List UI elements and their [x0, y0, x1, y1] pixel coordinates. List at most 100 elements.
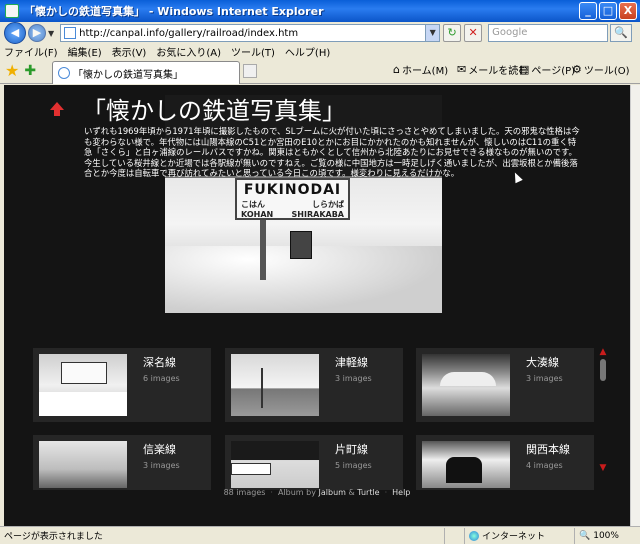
refresh-button[interactable]: ↻ — [443, 24, 462, 42]
menu-tools[interactable]: ツール(T) — [231, 44, 275, 59]
tab-current[interactable]: 「懐かしの鉄道写真集」 — [52, 61, 240, 84]
album-thumbnail[interactable] — [39, 441, 127, 488]
help-link[interactable]: Help — [392, 488, 410, 497]
favorites-star-icon[interactable]: ★ — [5, 61, 19, 80]
album-name[interactable]: 片町線 — [335, 441, 368, 457]
scroll-down-icon[interactable]: ▼ — [597, 463, 609, 473]
page-menu-icon: ▤ — [519, 63, 530, 76]
album-name[interactable]: 信楽線 — [143, 441, 176, 457]
station-sign: FUKINODAI こはん しらかば KOHAN SHIRAKABA — [235, 178, 350, 220]
search-icon[interactable]: 🔍 — [610, 24, 633, 42]
status-bar: ページが表示されました インターネット 🔍 100% — [0, 526, 640, 544]
new-tab-button[interactable] — [243, 64, 257, 78]
menu-favorites[interactable]: お気に入り(A) — [156, 44, 221, 59]
menu-bar: ファイル(F) 編集(E) 表示(V) お気に入り(A) ツール(T) ヘルプ(… — [0, 44, 640, 59]
album-count: 6 images — [143, 374, 180, 383]
add-favorites-icon[interactable]: ✚ — [24, 63, 36, 79]
zone-label: インターネット — [482, 532, 546, 542]
gear-icon: ⚙ — [572, 63, 582, 76]
close-button[interactable]: X — [619, 2, 637, 20]
window-title: 「懐かしの鉄道写真集」 - Windows Internet Explorer — [24, 5, 324, 18]
status-message: ページが表示されました — [4, 532, 103, 542]
page-scrollbar[interactable] — [630, 85, 640, 526]
album-count: 5 images — [335, 461, 372, 470]
page-icon — [64, 27, 77, 39]
zoom-label: 100% — [593, 530, 619, 541]
album-name[interactable]: 大湊線 — [526, 354, 559, 370]
album-thumbnail[interactable] — [422, 441, 510, 488]
album-thumbnail[interactable] — [231, 441, 319, 488]
menu-view[interactable]: 表示(V) — [112, 44, 147, 59]
mail-icon: ✉ — [457, 63, 467, 76]
album-thumbnail[interactable] — [231, 354, 319, 416]
sign-left-roman: KOHAN — [241, 210, 274, 219]
menu-help[interactable]: ヘルプ(H) — [285, 44, 330, 59]
scroll-up-icon[interactable]: ▲ — [597, 347, 609, 357]
home-label: ホーム(M) — [401, 66, 449, 77]
forward-button[interactable]: ▶ — [28, 24, 46, 42]
page-title: 「懐かしの鉄道写真集」 — [82, 97, 346, 125]
sign-main-text: FUKINODAI — [243, 182, 342, 198]
tab-title: 「懐かしの鉄道写真集」 — [73, 69, 183, 81]
address-bar[interactable]: http://canpal.info/gallery/railroad/inde… — [60, 24, 441, 42]
album-card[interactable]: 信楽線 3 images — [33, 435, 211, 490]
internet-zone[interactable]: インターネット — [464, 527, 574, 544]
globe-icon — [469, 530, 479, 541]
small-sign — [290, 231, 312, 259]
album-card[interactable]: 関西本線 4 images — [416, 435, 594, 490]
album-count: 3 images — [335, 374, 372, 383]
status-cell-empty — [444, 527, 464, 544]
album-name[interactable]: 深名線 — [143, 354, 176, 370]
album-thumbnail[interactable] — [422, 354, 510, 416]
album-card[interactable]: 津軽線 3 images — [225, 348, 403, 422]
minimize-button[interactable]: _ — [579, 2, 597, 20]
album-scrollbar[interactable]: ▲ ▼ — [597, 347, 609, 477]
page-menu-label: ページ(P) — [531, 66, 576, 77]
amp-text: & — [348, 488, 355, 497]
url-text[interactable]: http://canpal.info/gallery/railroad/inde… — [79, 28, 425, 39]
featured-photo[interactable]: FUKINODAI こはん しらかば KOHAN SHIRAKABA — [165, 176, 442, 313]
search-input[interactable]: Google — [488, 24, 609, 42]
tools-menu-label: ツール(O) — [583, 66, 630, 77]
page-content: FUKINODAI こはん しらかば KOHAN SHIRAKABA 「懐かしの鉄道… — [4, 85, 630, 526]
album-card[interactable]: 片町線 5 images — [225, 435, 403, 490]
album-thumbnail[interactable] — [39, 354, 127, 416]
stop-button[interactable]: ✕ — [464, 24, 483, 42]
mail-button[interactable]: ✉ メールを読む — [457, 62, 528, 77]
page-menu-button[interactable]: ▤ ページ(P) — [519, 62, 575, 77]
menu-edit[interactable]: 編集(E) — [68, 44, 102, 59]
window-controls: _ □ X — [579, 2, 637, 20]
sign-left-kana: こはん — [241, 200, 265, 209]
back-button[interactable]: ◀ — [4, 22, 26, 44]
scroll-thumb[interactable] — [600, 359, 606, 381]
title-bar: 「懐かしの鉄道写真集」 - Windows Internet Explorer … — [0, 0, 640, 22]
gallery-description: いずれも1969年頃から1971年頃に撮影したもので、SLブームに火が付いた頃に… — [84, 126, 580, 178]
jalbum-link[interactable]: Jalbum — [319, 488, 346, 497]
album-card[interactable]: 深名線 6 images — [33, 348, 211, 422]
album-count: 3 images — [526, 374, 563, 383]
album-count: 4 images — [526, 461, 563, 470]
album-count: 3 images — [143, 461, 180, 470]
ie-app-icon — [5, 4, 19, 18]
magnifier-icon: 🔍 — [579, 530, 591, 541]
page-icon — [58, 67, 70, 79]
address-row: ◀ ▶ ▼ http://canpal.info/gallery/railroa… — [0, 22, 640, 44]
home-icon: ⌂ — [393, 63, 400, 76]
sign-right-roman: SHIRAKABA — [291, 210, 344, 219]
album-name[interactable]: 津軽線 — [335, 354, 368, 370]
menu-file[interactable]: ファイル(F) — [4, 44, 58, 59]
history-dropdown-icon[interactable]: ▼ — [48, 29, 54, 38]
image-count: 88 images — [223, 488, 266, 497]
home-button[interactable]: ⌂ ホーム(M) — [393, 62, 448, 77]
zoom-level[interactable]: 🔍 100% — [574, 527, 623, 544]
album-name[interactable]: 関西本線 — [526, 441, 570, 457]
turtle-link[interactable]: Turtle — [357, 488, 379, 497]
maximize-button[interactable]: □ — [599, 2, 617, 20]
gallery-footer: 88 images · Album by Jalbum & Turtle · Help — [223, 488, 411, 497]
sign-post — [260, 220, 266, 280]
up-arrow-icon[interactable] — [50, 102, 64, 116]
album-card[interactable]: 大湊線 3 images — [416, 348, 594, 422]
sign-right-kana: しらかば — [312, 200, 344, 209]
address-dropdown-icon[interactable]: ▼ — [425, 25, 440, 41]
tools-menu-button[interactable]: ⚙ ツール(O) — [572, 62, 630, 77]
